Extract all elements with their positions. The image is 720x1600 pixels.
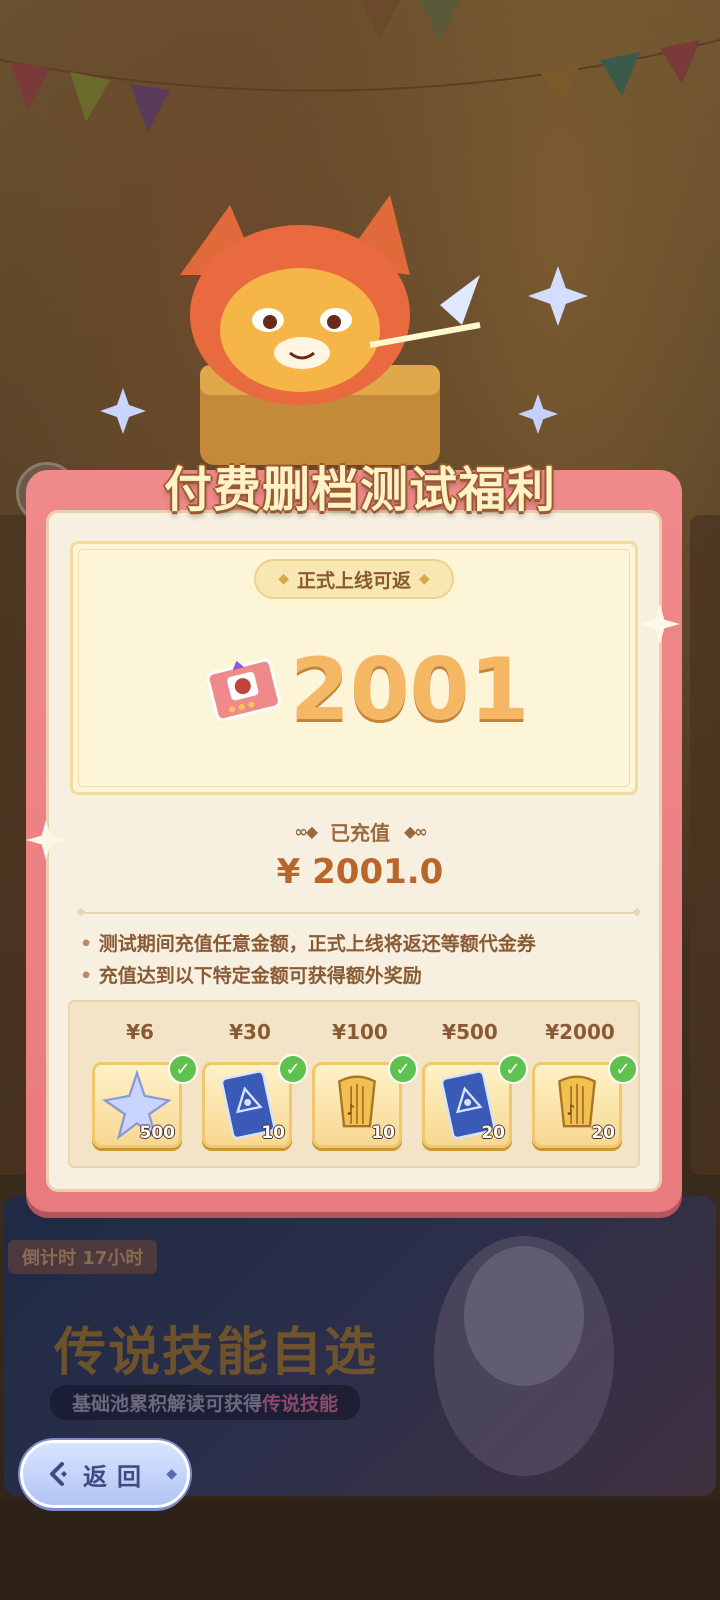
section-divider bbox=[84, 912, 634, 914]
reward-quantity: 10 bbox=[371, 1123, 395, 1143]
refund-amount: 2001 bbox=[290, 640, 530, 740]
star-sparkle-icon bbox=[100, 388, 146, 434]
tag-dot-icon: ◆ bbox=[278, 571, 289, 587]
recharged-heading: ∞◆ 已充值 ◆∞ bbox=[240, 816, 480, 846]
reward-tier[interactable]: ¥500 20 ✓ bbox=[422, 1020, 528, 1156]
background-card-right bbox=[690, 515, 720, 1175]
tag-dot-icon: ◆ bbox=[419, 571, 430, 587]
banner-subtitle-text: 基础池累积解读可获得 bbox=[72, 1393, 263, 1415]
refund-tag: ◆ 正式上线可返 ◆ bbox=[254, 559, 454, 599]
ornament-right-icon: ◆∞ bbox=[404, 821, 428, 841]
back-button[interactable]: 返回 ◆ bbox=[20, 1440, 190, 1508]
ornament-icon: ◆ bbox=[166, 1466, 177, 1482]
claimed-check-icon: ✓ bbox=[168, 1054, 198, 1084]
diamond-sparkle-icon bbox=[640, 604, 680, 644]
notes-list: 测试期间充值任意金额，正式上线将返还等额代金券 充值达到以下特定金额可获得额外奖… bbox=[80, 928, 660, 992]
note-item: 充值达到以下特定金额可获得额外奖励 bbox=[80, 960, 660, 992]
banner-subtitle-highlight: 传说技能 bbox=[262, 1393, 339, 1415]
reward-tier[interactable]: ¥6 500 ✓ bbox=[92, 1020, 198, 1156]
reward-quantity: 20 bbox=[591, 1123, 615, 1143]
recharged-label: 已充值 bbox=[330, 820, 390, 845]
ornament-left-icon: ∞◆ bbox=[294, 821, 318, 841]
reward-tier[interactable]: ¥100 ♪ 10 ✓ bbox=[312, 1020, 418, 1156]
reward-quantity: 10 bbox=[261, 1123, 285, 1143]
recharged-amount: ¥ 2001.0 bbox=[276, 852, 444, 892]
claimed-check-icon: ✓ bbox=[388, 1054, 418, 1084]
bunting-decoration bbox=[0, 0, 720, 132]
fox-mascot-illustration bbox=[180, 195, 481, 465]
banner-subtitle: 基础池累积解读可获得传说技能 bbox=[50, 1385, 361, 1420]
popup-title: 付费删档测试福利 bbox=[163, 462, 556, 518]
claimed-check-icon: ✓ bbox=[278, 1054, 308, 1084]
reward-price: ¥2000 bbox=[545, 1020, 615, 1044]
star-sparkle-icon bbox=[518, 394, 558, 434]
star-sparkle-icon bbox=[528, 266, 588, 326]
back-button-label: 返回 bbox=[83, 1462, 151, 1491]
banner-title: 传说技能自选 bbox=[54, 1323, 379, 1383]
svg-text:♪: ♪ bbox=[346, 1102, 355, 1118]
reward-tier[interactable]: ¥30 10 ✓ bbox=[202, 1020, 308, 1156]
countdown-label: 倒计时 17小时 bbox=[8, 1240, 158, 1274]
reward-tier[interactable]: ¥2000 ♪ 20 ✓ bbox=[532, 1020, 638, 1156]
claimed-check-icon: ✓ bbox=[608, 1054, 638, 1084]
claimed-check-icon: ✓ bbox=[498, 1054, 528, 1084]
reward-quantity: 500 bbox=[139, 1123, 176, 1143]
bottom-bar bbox=[0, 1500, 720, 1600]
voucher-ticket-icon bbox=[206, 658, 281, 722]
note-item: 测试期间充值任意金额，正式上线将返还等额代金券 bbox=[80, 928, 660, 960]
svg-text:♪: ♪ bbox=[566, 1102, 575, 1118]
refund-tag-label: 正式上线可返 bbox=[296, 569, 411, 592]
reward-quantity: 20 bbox=[481, 1123, 505, 1143]
back-arrow-icon bbox=[43, 1459, 73, 1489]
